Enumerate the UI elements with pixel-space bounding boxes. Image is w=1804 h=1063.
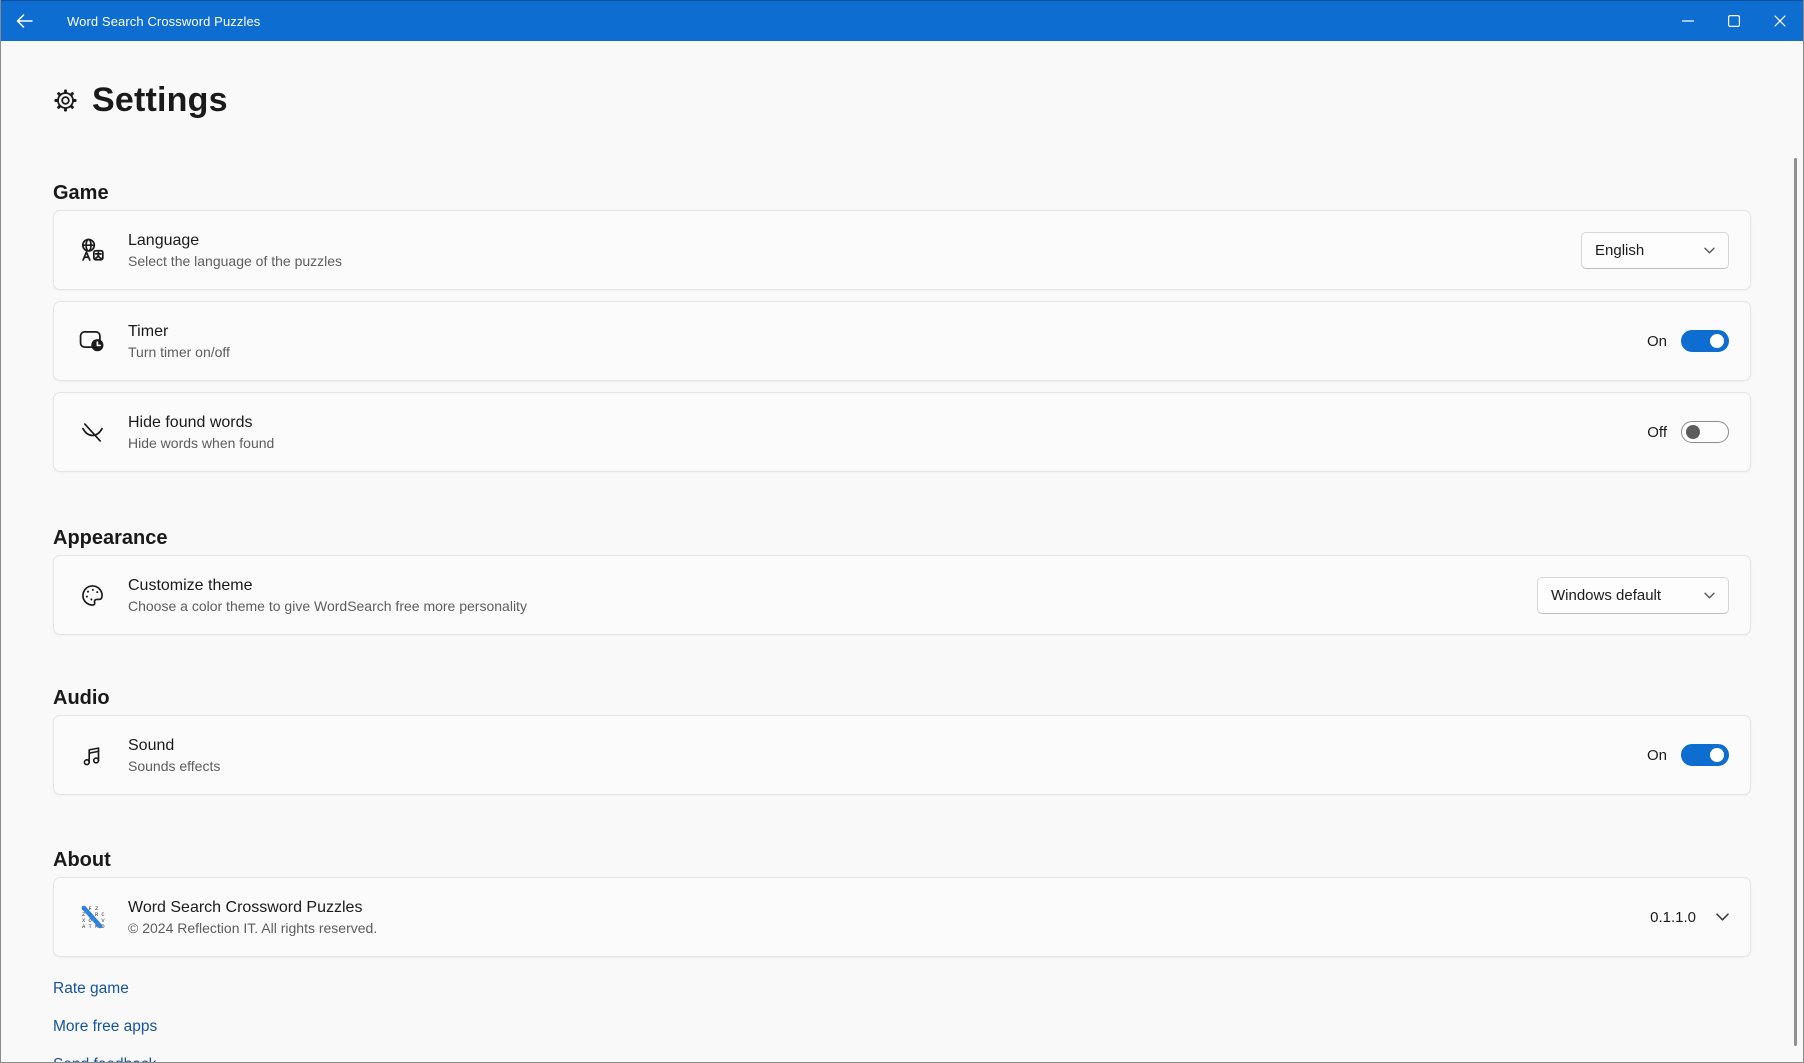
toggle-knob (1710, 334, 1724, 348)
version-number: 0.1.1.0 (1650, 909, 1696, 926)
app-logo-icon: W F Z Z Q R C X O L V A T M D (72, 903, 112, 931)
section-label-about: About (53, 847, 1751, 873)
sound-card: Sound Sounds effects On (53, 715, 1751, 795)
eye-off-icon (72, 419, 112, 446)
page-title: Settings (92, 81, 228, 120)
maximize-button[interactable] (1711, 1, 1757, 42)
toggle-knob (1710, 748, 1724, 762)
language-subtitle: Select the language of the puzzles (128, 253, 342, 269)
section-label-audio: Audio (53, 685, 1751, 711)
more-free-apps-link[interactable]: More free apps (53, 1016, 157, 1037)
settings-page: Settings Game Language Select the langua… (1, 41, 1803, 1062)
about-app-title: Word Search Crossword Puzzles (128, 899, 377, 917)
hide-found-words-card: Hide found words Hide words when found O… (53, 392, 1751, 472)
back-arrow-icon (16, 14, 33, 28)
sound-title: Sound (128, 737, 220, 755)
chevron-down-icon (1704, 592, 1715, 599)
timer-toggle[interactable] (1681, 330, 1729, 352)
customize-theme-card: Customize theme Choose a color theme to … (53, 555, 1751, 635)
translate-icon (72, 237, 112, 264)
language-dropdown-value: English (1595, 242, 1644, 259)
close-button[interactable] (1757, 1, 1803, 42)
maximize-icon (1728, 15, 1740, 27)
music-note-icon (72, 742, 112, 769)
theme-dropdown[interactable]: Windows default (1537, 577, 1729, 614)
hide-found-words-subtitle: Hide words when found (128, 435, 274, 451)
vertical-scrollbar[interactable] (1794, 158, 1797, 1046)
rate-game-link[interactable]: Rate game (53, 978, 129, 999)
minimize-button[interactable] (1665, 1, 1711, 42)
close-icon (1774, 15, 1786, 27)
app-window: Word Search Crossword Puzzles (0, 0, 1804, 1063)
window-title: Word Search Crossword Puzzles (67, 14, 260, 29)
language-title: Language (128, 232, 342, 250)
section-label-game: Game (53, 180, 1751, 206)
expander-chevron-down-icon[interactable] (1716, 913, 1729, 921)
about-copyright: © 2024 Reflection IT. All rights reserve… (128, 920, 377, 936)
send-feedback-link[interactable]: Send feedback (53, 1054, 156, 1063)
footer-links: Rate game More free apps Send feedback (53, 978, 1751, 1063)
timer-title: Timer (128, 323, 230, 341)
customize-theme-title: Customize theme (128, 577, 527, 595)
language-card: Language Select the language of the puzz… (53, 210, 1751, 290)
timer-subtitle: Turn timer on/off (128, 344, 230, 360)
language-dropdown[interactable]: English (1581, 232, 1729, 269)
section-label-appearance: Appearance (53, 525, 1751, 551)
hide-found-words-toggle[interactable] (1681, 421, 1729, 443)
timer-state-label: On (1647, 333, 1667, 350)
page-header: Settings (53, 77, 1751, 123)
sound-state-label: On (1647, 747, 1667, 764)
timer-card: Timer Turn timer on/off On (53, 301, 1751, 381)
theme-dropdown-value: Windows default (1551, 587, 1661, 604)
customize-theme-subtitle: Choose a color theme to give WordSearch … (128, 598, 527, 614)
hide-found-words-title: Hide found words (128, 414, 274, 432)
chevron-down-icon (1704, 247, 1715, 254)
hide-found-words-state-label: Off (1647, 424, 1667, 441)
sound-subtitle: Sounds effects (128, 758, 220, 774)
titlebar: Word Search Crossword Puzzles (1, 0, 1803, 41)
gear-icon (53, 88, 78, 113)
back-button[interactable] (1, 1, 47, 42)
sound-toggle[interactable] (1681, 744, 1729, 766)
about-card[interactable]: W F Z Z Q R C X O L V A T M D Word Searc… (53, 877, 1751, 957)
toggle-knob (1686, 425, 1700, 439)
palette-icon (72, 582, 112, 609)
minimize-icon (1682, 20, 1694, 22)
timer-icon (72, 328, 112, 354)
